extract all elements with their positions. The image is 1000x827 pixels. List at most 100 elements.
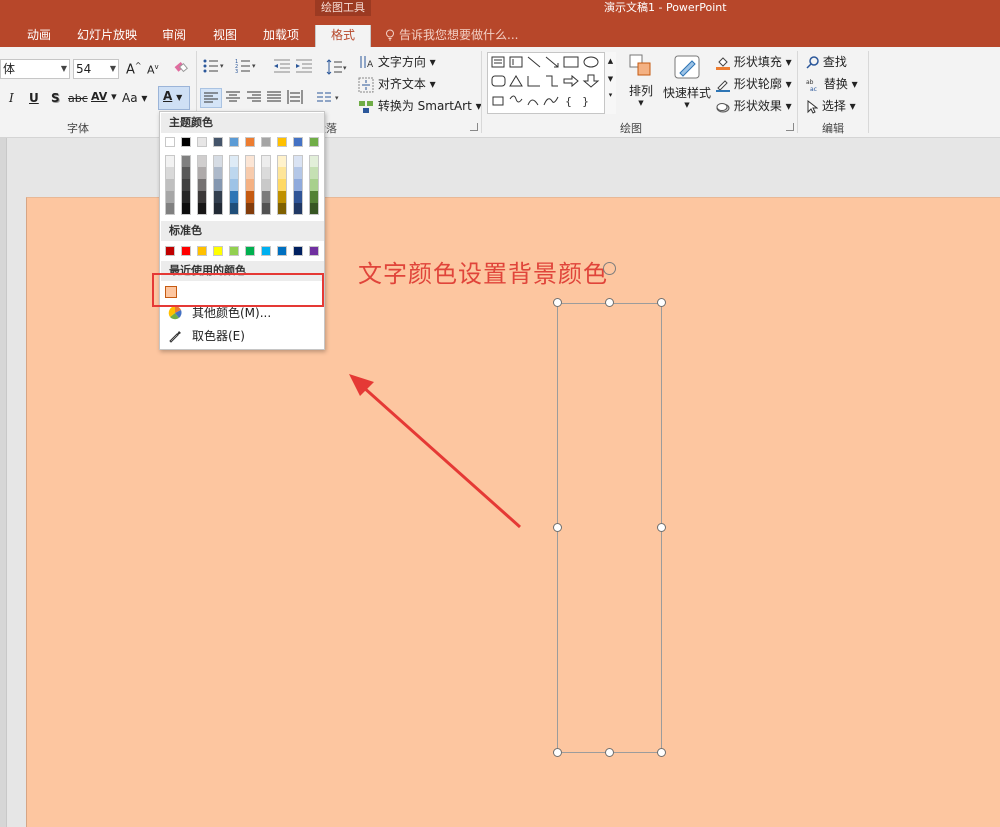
text-direction-button[interactable]: A 文字方向 ▾ [358, 53, 436, 71]
font-size-combo[interactable]: 54 ▼ [73, 59, 119, 79]
theme-shade-swatch[interactable] [293, 155, 303, 167]
theme-shade-swatch[interactable] [277, 179, 287, 191]
resize-handle-top[interactable] [605, 298, 614, 307]
character-spacing-button[interactable]: AV ▾ [91, 90, 117, 103]
theme-shade-swatch[interactable] [229, 167, 239, 179]
tab-addins[interactable]: 加载项 [263, 25, 299, 47]
tab-animations[interactable]: 动画 [27, 25, 51, 47]
theme-shade-swatch[interactable] [245, 191, 255, 203]
standard-color-swatch[interactable] [197, 246, 207, 256]
theme-shade-swatch[interactable] [245, 155, 255, 167]
gallery-scrollbar[interactable]: ▲ ▼ ▾ [604, 52, 616, 114]
replace-button[interactable]: ab ac 替换 ▾ [806, 75, 858, 93]
theme-shade-swatch[interactable] [181, 179, 191, 191]
resize-handle-left[interactable] [553, 523, 562, 532]
standard-color-swatch[interactable] [245, 246, 255, 256]
resize-handle-bottom[interactable] [605, 748, 614, 757]
theme-shade-swatch[interactable] [197, 155, 207, 167]
theme-shade-swatch[interactable] [229, 179, 239, 191]
theme-shade-swatch[interactable] [245, 167, 255, 179]
scroll-down-icon[interactable]: ▼ [605, 70, 616, 88]
theme-shade-swatch[interactable] [261, 155, 271, 167]
standard-color-swatch[interactable] [309, 246, 319, 256]
convert-smartart-button[interactable]: 转换为 SmartArt ▾ [358, 97, 482, 115]
scroll-up-icon[interactable]: ▲ [605, 52, 616, 70]
theme-shade-swatch[interactable] [213, 167, 223, 179]
slide-title-text[interactable]: 文字颜色设置背景颜色 [358, 254, 608, 289]
arrange-button[interactable]: 排列 ▼ [626, 53, 656, 107]
theme-shade-swatch[interactable] [181, 167, 191, 179]
justify-button[interactable] [266, 90, 282, 107]
theme-shade-swatch[interactable] [213, 191, 223, 203]
underline-button[interactable]: U [29, 91, 39, 105]
eyedropper-item[interactable]: 取色器(E) [161, 325, 324, 347]
theme-color-swatch[interactable] [165, 137, 175, 147]
decrease-indent-button[interactable] [274, 59, 290, 76]
theme-shade-swatch[interactable] [261, 167, 271, 179]
theme-shade-swatch[interactable] [293, 191, 303, 203]
rotate-handle[interactable] [603, 262, 616, 275]
theme-shade-swatch[interactable] [261, 191, 271, 203]
theme-shade-swatch[interactable] [181, 203, 191, 215]
strikethrough-button[interactable]: abc [68, 92, 88, 105]
theme-shade-swatch[interactable] [309, 203, 319, 215]
quick-styles-button[interactable]: 快速样式 ▼ [663, 53, 711, 109]
tab-review[interactable]: 审阅 [162, 25, 186, 47]
align-right-button[interactable] [246, 90, 262, 107]
tab-slideshow[interactable]: 幻灯片放映 [77, 25, 137, 47]
theme-shade-swatch[interactable] [165, 167, 175, 179]
shape-effects-button[interactable]: 形状效果 ▾ [716, 97, 792, 114]
align-left-button[interactable] [200, 88, 222, 108]
resize-handle-bottom-right[interactable] [657, 748, 666, 757]
shapes-gallery[interactable]: { } [487, 52, 615, 114]
thumbnail-pane-edge[interactable] [0, 138, 7, 827]
bullets-button[interactable]: ▾ [203, 59, 225, 76]
italic-button[interactable]: I [9, 91, 14, 105]
selected-text-box[interactable] [557, 303, 662, 753]
theme-shade-swatch[interactable] [181, 191, 191, 203]
theme-shade-swatch[interactable] [165, 155, 175, 167]
resize-handle-bottom-left[interactable] [553, 748, 562, 757]
grow-font-button[interactable]: A^ [126, 61, 142, 77]
standard-color-swatch[interactable] [229, 246, 239, 256]
theme-shade-swatch[interactable] [277, 167, 287, 179]
theme-shade-swatch[interactable] [197, 179, 207, 191]
theme-shade-swatch[interactable] [213, 155, 223, 167]
theme-shade-swatch[interactable] [293, 203, 303, 215]
theme-shade-swatch[interactable] [245, 203, 255, 215]
theme-color-swatch[interactable] [229, 137, 239, 147]
standard-color-swatch[interactable] [261, 246, 271, 256]
theme-shade-swatch[interactable] [229, 155, 239, 167]
clear-formatting-button[interactable] [173, 59, 189, 78]
theme-shade-swatch[interactable] [165, 191, 175, 203]
theme-shade-swatch[interactable] [197, 203, 207, 215]
theme-shade-swatch[interactable] [213, 203, 223, 215]
resize-handle-top-left[interactable] [553, 298, 562, 307]
standard-color-swatch[interactable] [277, 246, 287, 256]
theme-shade-swatch[interactable] [261, 203, 271, 215]
standard-color-swatch[interactable] [293, 246, 303, 256]
theme-color-swatch[interactable] [293, 137, 303, 147]
theme-color-swatch[interactable] [181, 137, 191, 147]
columns-button[interactable]: ▾ [316, 90, 342, 107]
theme-shade-swatch[interactable] [229, 203, 239, 215]
theme-shade-swatch[interactable] [245, 179, 255, 191]
theme-shade-swatch[interactable] [229, 191, 239, 203]
standard-color-swatch[interactable] [181, 246, 191, 256]
theme-shade-swatch[interactable] [293, 179, 303, 191]
drawing-launcher-icon[interactable] [786, 123, 794, 131]
numbering-button[interactable]: 1 2 3 ▾ [235, 59, 257, 76]
theme-shade-swatch[interactable] [309, 167, 319, 179]
shape-fill-button[interactable]: 形状填充 ▾ [716, 53, 792, 70]
theme-color-swatch[interactable] [261, 137, 271, 147]
theme-shade-swatch[interactable] [309, 191, 319, 203]
find-button[interactable]: 查找 [806, 53, 847, 70]
theme-shade-swatch[interactable] [213, 179, 223, 191]
theme-color-swatch[interactable] [245, 137, 255, 147]
font-color-button[interactable]: A ▼ [158, 86, 190, 110]
theme-shade-swatch[interactable] [197, 191, 207, 203]
theme-color-swatch[interactable] [197, 137, 207, 147]
chevron-down-icon[interactable]: ▼ [176, 93, 182, 102]
shrink-font-button[interactable]: Av [147, 63, 159, 77]
theme-shade-swatch[interactable] [197, 167, 207, 179]
